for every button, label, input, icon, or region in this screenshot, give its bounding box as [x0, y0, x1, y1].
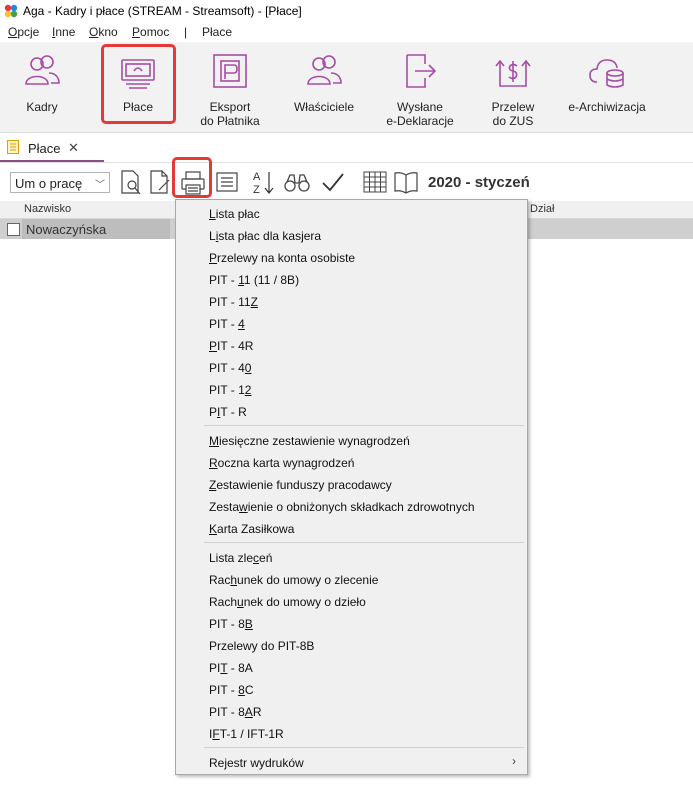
ribbon-eksport-button[interactable]: Eksport do Płatnika	[190, 42, 270, 130]
menu-item-pit-40[interactable]: PIT - 40	[209, 361, 251, 375]
list-icon[interactable]	[214, 168, 240, 196]
sort-az-icon[interactable]: A Z	[251, 168, 277, 196]
platnik-icon	[213, 54, 247, 88]
menu-item-pit-4[interactable]: PIT - 4	[209, 317, 245, 331]
svg-text:Z: Z	[253, 184, 260, 196]
grid-view-icon[interactable]	[362, 168, 388, 196]
chevron-down-icon: ﹀	[95, 180, 105, 191]
period-label: 2020 - styczeń	[428, 174, 530, 191]
book-icon[interactable]	[393, 168, 419, 196]
menu-item-pit-8a[interactable]: PIT - 8A	[209, 661, 253, 675]
close-icon[interactable]: ✕	[68, 140, 79, 156]
menu-item-miesieczne-zestawienie[interactable]: Miesięczne zestawienie wynagrodzeń	[209, 434, 410, 448]
menu-item-roczna-karta[interactable]: Roczna karta wynagrodzeń	[209, 456, 354, 470]
binoculars-icon[interactable]	[282, 168, 312, 196]
menu-separator	[204, 425, 524, 426]
menu-item-zestawienie-obnizonych[interactable]: Zestawienie o obniżonych składkach zdrow…	[209, 500, 475, 514]
menu-item-pit-11[interactable]: PIT - 11 (11 / 8B)	[209, 273, 299, 287]
menu-item-rachunek-zlecenie[interactable]: Rachunek do umowy o zlecenie	[209, 573, 378, 587]
highlight-frame-place	[101, 44, 176, 124]
menu-separator: |	[184, 25, 188, 39]
menu-item-lista-zlecen[interactable]: Lista zleceń	[209, 551, 272, 565]
owners-icon	[307, 55, 342, 85]
menu-inne[interactable]: Inne	[52, 25, 75, 39]
ribbon-wlasciciele-button[interactable]: Właściciele	[288, 42, 360, 130]
menu-item-pit-12[interactable]: PIT - 12	[209, 383, 251, 397]
menu-item-pit-8c[interactable]: PIT - 8C	[209, 683, 253, 697]
row-checkbox[interactable]	[7, 223, 20, 236]
menu-item-przelewy-pit-8b[interactable]: Przelewy do PIT-8B	[209, 639, 314, 653]
tab-place[interactable]: Płace ✕	[0, 133, 104, 162]
ribbon-wyslane-button[interactable]: Wysłane e-Deklaracje	[378, 42, 462, 130]
menu-pomoc[interactable]: Pomoc	[132, 25, 169, 39]
menu-separator	[204, 542, 524, 543]
tab-label: Płace	[28, 141, 61, 156]
svg-text:A: A	[253, 171, 261, 183]
submenu-arrow-icon: ›	[512, 754, 516, 768]
document-export-icon	[406, 54, 437, 88]
menu-item-lista-plac[interactable]: Lista płac	[209, 207, 260, 221]
column-header-dzial[interactable]: Dział	[530, 203, 554, 215]
checkmark-icon[interactable]	[320, 168, 346, 196]
menu-bar: Opcje Inne Okno Pomoc | Płace	[0, 22, 693, 42]
menu-separator	[204, 747, 524, 748]
menu-item-pit-r[interactable]: PIT - R	[209, 405, 247, 419]
menu-opcje[interactable]: Opcje	[8, 25, 39, 39]
menu-item-rejestr-wydrukow[interactable]: Rejestr wydruków	[209, 756, 304, 770]
document-icon	[7, 140, 19, 154]
menu-item-pit-11z[interactable]: PIT - 11Z	[209, 295, 258, 309]
window-title: Aga - Kadry i płace (STREAM - Streamsoft…	[23, 4, 302, 18]
app-logo-icon	[4, 4, 18, 18]
menu-place[interactable]: Płace	[202, 25, 232, 39]
menu-item-pit-8ar[interactable]: PIT - 8AR	[209, 705, 261, 719]
menu-item-pit-4r[interactable]: PIT - 4R	[209, 339, 253, 353]
table-cell-nazwisko[interactable]: Nowaczyńska	[26, 222, 106, 237]
ribbon-kadry-button[interactable]: Kadry	[8, 42, 76, 130]
cloud-database-icon	[589, 59, 624, 88]
menu-item-pit-8b[interactable]: PIT - 8B	[209, 617, 253, 631]
people-icon	[25, 55, 60, 85]
menu-item-karta-zasilkowa[interactable]: Karta Zasiłkowa	[209, 522, 294, 536]
menu-item-lista-plac-kasjer[interactable]: Lista płac dla kasjera	[209, 229, 321, 243]
column-header-nazwisko[interactable]: Nazwisko	[24, 203, 71, 215]
edit-document-icon[interactable]	[147, 168, 173, 196]
print-dropdown-menu: Lista płac Lista płac dla kasjera Przele…	[175, 199, 528, 775]
menu-okno[interactable]: Okno	[89, 25, 118, 39]
menu-item-ift-1[interactable]: IFT-1 / IFT-1R	[209, 727, 284, 741]
menu-item-rachunek-dzielo[interactable]: Rachunek do umowy o dzieło	[209, 595, 366, 609]
menu-item-zestawienie-funduszy[interactable]: Zestawienie funduszy pracodawcy	[209, 478, 392, 492]
transfer-icon	[495, 59, 531, 87]
contract-type-select[interactable]: Um o pracę ﹀	[10, 172, 110, 193]
menu-item-przelewy-konta[interactable]: Przelewy na konta osobiste	[209, 251, 355, 265]
ribbon-przelew-button[interactable]: Przelew do ZUS	[478, 42, 548, 130]
highlight-frame-print	[172, 157, 212, 198]
preview-icon[interactable]	[118, 168, 144, 196]
ribbon-earchiwizacja-button[interactable]: e-Archiwizacja	[562, 42, 652, 130]
